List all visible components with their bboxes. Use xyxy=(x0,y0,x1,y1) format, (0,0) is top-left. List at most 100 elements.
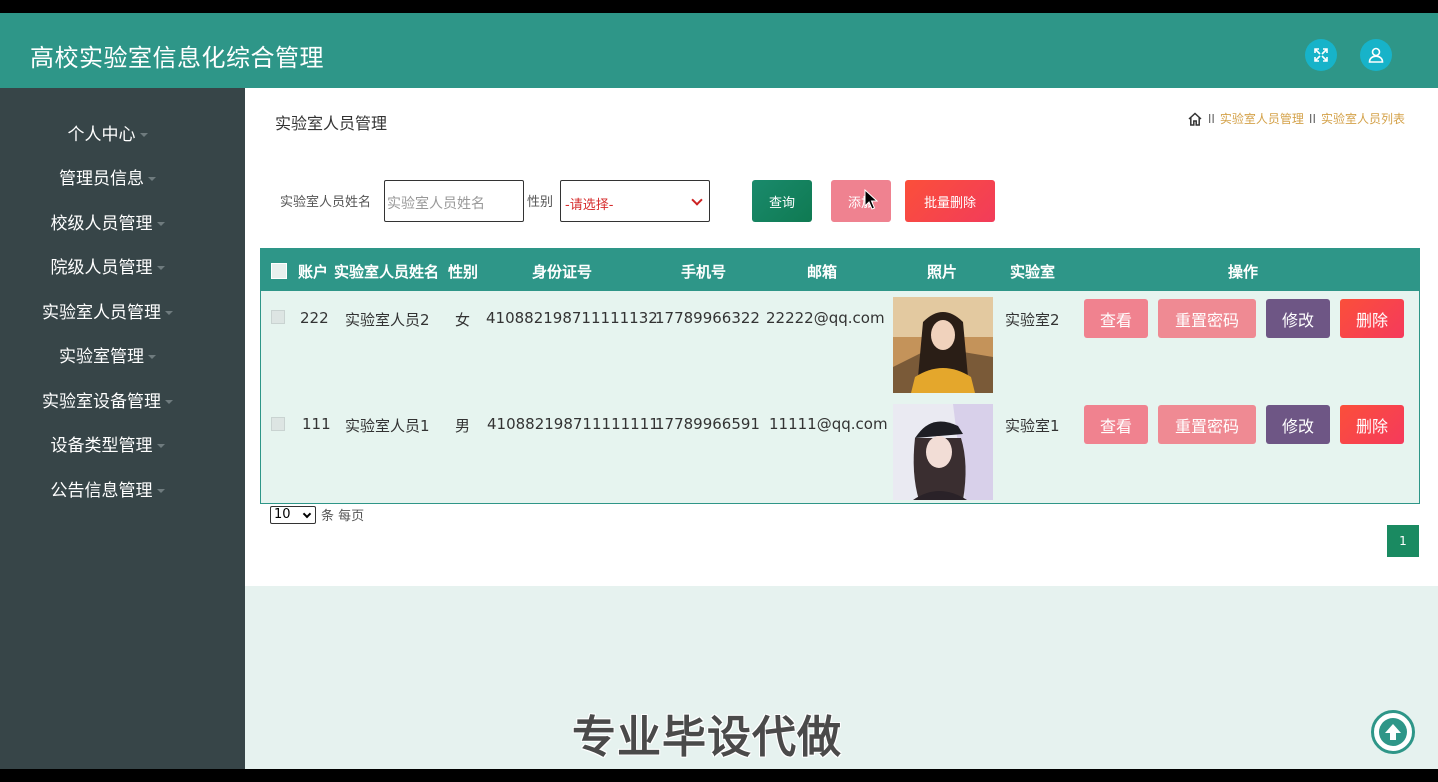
header-name: 实验室人员姓名 xyxy=(334,263,440,281)
user-button[interactable] xyxy=(1360,39,1392,71)
header-lab: 实验室 xyxy=(1010,263,1056,281)
gender-select[interactable]: -请选择- xyxy=(560,180,710,222)
header-id-card: 身份证号 xyxy=(532,263,593,281)
caret-down-icon xyxy=(156,444,165,448)
sidebar-item-label: 校级人员管理 xyxy=(50,214,153,234)
name-label: 实验室人员姓名 xyxy=(280,195,372,210)
header-email: 邮箱 xyxy=(807,263,838,281)
delete-button[interactable]: 删除 xyxy=(1340,405,1404,444)
header-phone: 手机号 xyxy=(681,263,727,281)
app-title: 高校实验室信息化综合管理 xyxy=(30,44,324,72)
fullscreen-button[interactable] xyxy=(1305,39,1337,71)
caret-down-icon xyxy=(165,311,173,315)
cell-gender: 女 xyxy=(455,311,471,329)
sidebar-item-label: 设备类型管理 xyxy=(50,436,153,456)
sidebar-item-college-staff[interactable]: 院级人员管理 xyxy=(0,253,215,278)
sidebar-item-label: 公告信息管理 xyxy=(50,481,153,501)
row-checkbox[interactable] xyxy=(271,417,285,431)
per-page-select[interactable]: 10 xyxy=(270,505,316,524)
view-button[interactable]: 查看 xyxy=(1084,405,1148,444)
name-search-input[interactable]: 实验室人员姓名 xyxy=(384,180,524,222)
batch-delete-button[interactable]: 批量删除 xyxy=(905,180,995,222)
cell-lab: 实验室1 xyxy=(1005,417,1060,435)
sidebar: 个人中心 管理员信息 校级人员管理 院级人员管理 实验室人员管理 实验室管理 实… xyxy=(0,88,245,769)
per-page-control: 10 条 每页 xyxy=(270,505,364,524)
cell-account: 222 xyxy=(300,309,329,327)
view-button[interactable]: 查看 xyxy=(1084,299,1148,338)
select-all-checkbox[interactable] xyxy=(271,263,287,279)
edit-button[interactable]: 修改 xyxy=(1266,299,1330,338)
sidebar-item-school-staff[interactable]: 校级人员管理 xyxy=(0,209,215,234)
reset-password-button[interactable]: 重置密码 xyxy=(1158,405,1256,444)
sidebar-item-equipment-type[interactable]: 设备类型管理 xyxy=(0,431,215,456)
reset-password-button[interactable]: 重置密码 xyxy=(1158,299,1256,338)
cell-phone: 17789966322 xyxy=(655,309,760,327)
query-button[interactable]: 查询 xyxy=(752,180,812,222)
staff-table: 账户 实验室人员姓名 性别 身份证号 手机号 邮箱 照片 实验室 操作 222 … xyxy=(260,248,1420,504)
caret-down-icon xyxy=(139,133,148,137)
breadcrumb-item[interactable]: 实验室人员管理 xyxy=(1220,110,1304,127)
delete-button[interactable]: 删除 xyxy=(1340,299,1404,338)
cell-gender: 男 xyxy=(455,417,471,435)
watermark-text: 专业毕设代做 xyxy=(572,712,842,763)
sidebar-item-admin-info[interactable]: 管理员信息 xyxy=(0,164,215,189)
breadcrumb-item[interactable]: 实验室人员列表 xyxy=(1321,110,1405,127)
staff-photo[interactable] xyxy=(893,297,993,393)
caret-down-icon xyxy=(148,355,156,359)
caret-down-icon xyxy=(156,222,165,226)
mouse-cursor-icon xyxy=(864,189,878,210)
row-checkbox[interactable] xyxy=(271,310,285,324)
sidebar-item-label: 实验室设备管理 xyxy=(42,392,161,412)
cell-email: 11111@qq.com xyxy=(769,415,888,433)
sidebar-item-label: 管理员信息 xyxy=(59,169,144,189)
cell-email: 22222@qq.com xyxy=(766,309,885,327)
per-page-value: 10 xyxy=(274,506,291,522)
sidebar-item-personal-center[interactable]: 个人中心 xyxy=(0,120,215,145)
chevron-down-icon xyxy=(691,194,703,206)
gender-label: 性别 xyxy=(527,195,554,210)
staff-photo[interactable] xyxy=(893,404,993,500)
header-photo: 照片 xyxy=(927,263,958,281)
top-header: 高校实验室信息化综合管理 xyxy=(0,13,1438,88)
sidebar-item-label: 实验室管理 xyxy=(59,347,144,367)
cell-id-card: 410882198711111111 xyxy=(487,415,659,433)
sidebar-item-lab-equipment[interactable]: 实验室设备管理 xyxy=(0,387,215,412)
per-page-suffix: 条 每页 xyxy=(321,509,365,524)
caret-down-icon xyxy=(165,400,173,404)
name-placeholder: 实验室人员姓名 xyxy=(387,196,485,212)
cell-phone: 17789966591 xyxy=(655,415,760,433)
breadcrumb-separator: II xyxy=(1308,111,1316,126)
sidebar-item-lab[interactable]: 实验室管理 xyxy=(0,342,215,367)
cell-name: 实验室人员2 xyxy=(345,311,430,329)
cell-id-card: 410882198711111132 xyxy=(486,309,658,327)
sidebar-item-label: 个人中心 xyxy=(67,125,136,145)
table-header: 账户 实验室人员姓名 性别 身份证号 手机号 邮箱 照片 实验室 操作 xyxy=(261,249,1419,291)
sidebar-item-notice[interactable]: 公告信息管理 xyxy=(0,476,215,501)
gender-selected-value: -请选择- xyxy=(565,198,614,213)
page-button-current[interactable]: 1 xyxy=(1387,525,1419,557)
header-gender: 性别 xyxy=(448,263,479,281)
expand-icon xyxy=(1314,48,1328,62)
caret-down-icon xyxy=(156,266,165,270)
chevron-down-icon xyxy=(302,509,312,518)
sidebar-item-lab-staff[interactable]: 实验室人员管理 xyxy=(0,298,215,323)
breadcrumb-separator: II xyxy=(1207,111,1215,126)
main-content: 实验室人员管理 II 实验室人员管理 II 实验室人员列表 实验室人员姓名 实验… xyxy=(245,88,1438,586)
edit-button[interactable]: 修改 xyxy=(1266,405,1330,444)
page-title: 实验室人员管理 xyxy=(275,114,388,133)
app-frame: 高校实验室信息化综合管理 个人中心 管理员信息 校级人员管理 院级人员管理 实验… xyxy=(0,13,1438,769)
cell-lab: 实验室2 xyxy=(1005,311,1060,329)
home-icon[interactable] xyxy=(1187,111,1203,127)
back-to-top-button[interactable] xyxy=(1371,710,1415,754)
sidebar-item-label: 院级人员管理 xyxy=(50,258,153,278)
header-actions: 操作 xyxy=(1228,263,1259,281)
caret-down-icon xyxy=(156,489,165,493)
arrow-up-icon xyxy=(1379,718,1407,746)
breadcrumb: II 实验室人员管理 II 实验室人员列表 xyxy=(1187,110,1405,127)
caret-down-icon xyxy=(148,177,156,181)
user-icon xyxy=(1368,47,1384,63)
add-button[interactable]: 添加 xyxy=(831,180,891,222)
header-account: 账户 xyxy=(298,263,329,281)
cell-name: 实验室人员1 xyxy=(345,417,430,435)
sidebar-item-label: 实验室人员管理 xyxy=(42,303,161,323)
